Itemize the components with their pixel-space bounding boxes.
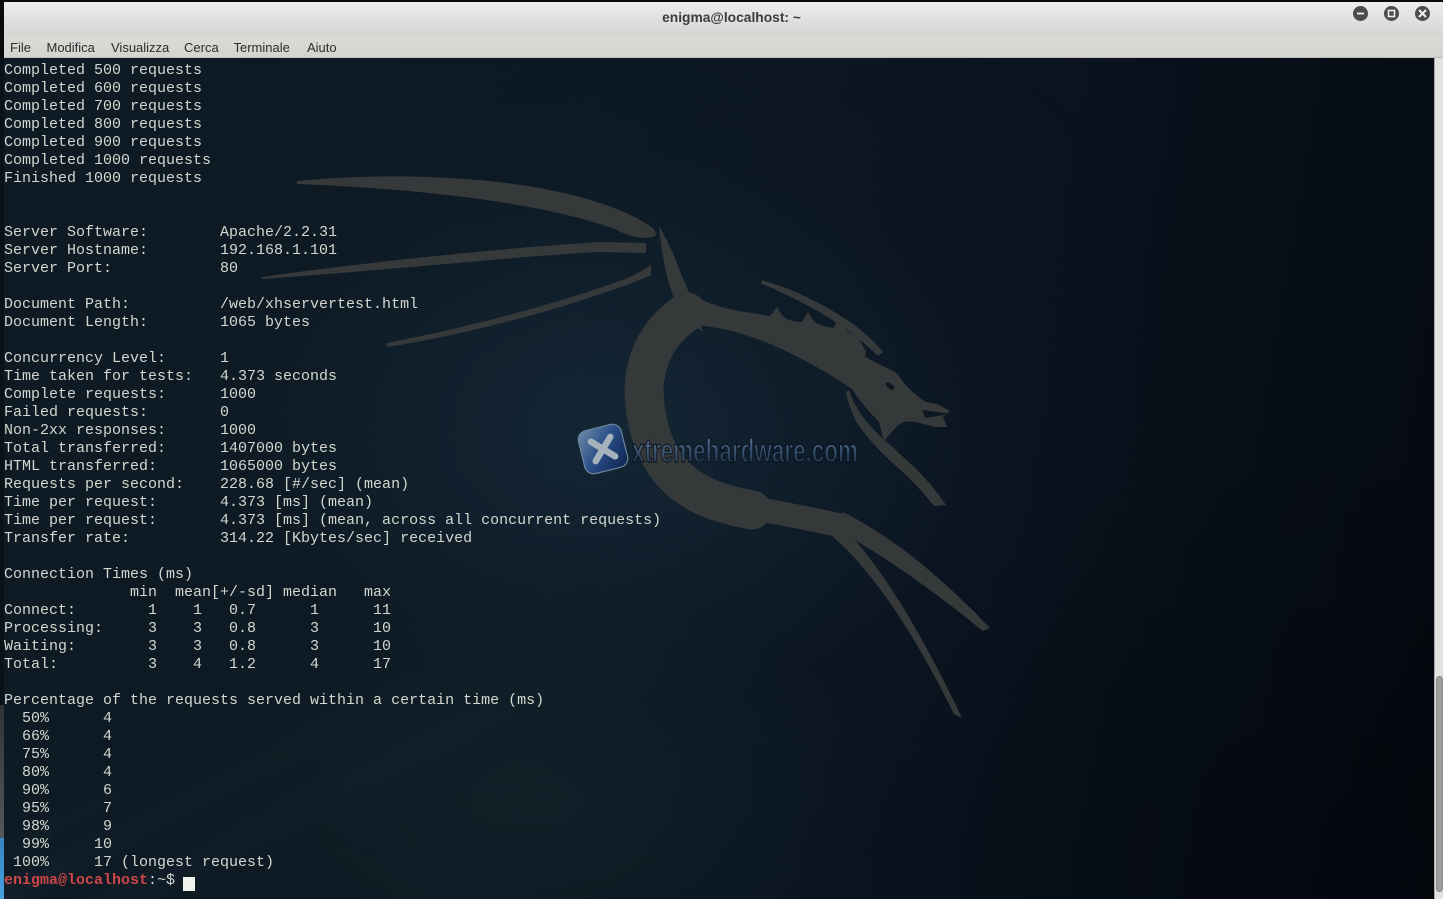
svg-text:xtremehardware.com: xtremehardware.com [632,432,858,469]
